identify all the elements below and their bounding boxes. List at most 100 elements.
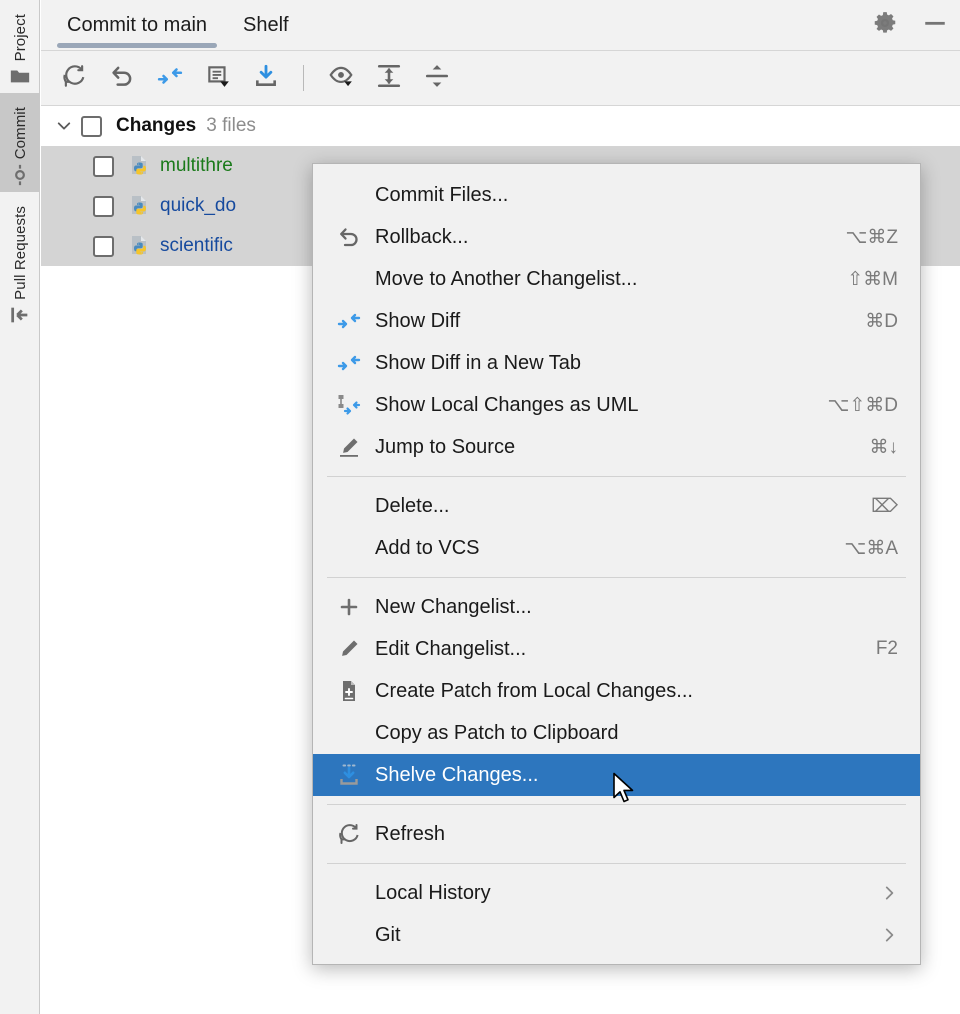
tab-commit-to-main[interactable]: Commit to main (49, 0, 225, 51)
sidebar-item-pull-requests[interactable]: Pull Requests (0, 192, 40, 332)
rollback-icon (109, 63, 135, 94)
collapse-all-icon (424, 63, 450, 94)
sidebar-item-commit[interactable]: Commit (0, 93, 40, 191)
sidebar-item-project-label: Project (12, 8, 29, 65)
python-file-icon (128, 154, 152, 178)
no-icon-spacer (335, 922, 363, 948)
menu-item-refresh[interactable]: Refresh (313, 813, 920, 855)
message-history-icon (205, 63, 231, 94)
patch-file-icon (335, 678, 363, 704)
file-checkbox[interactable] (93, 156, 114, 177)
changelist-label: Changes (116, 115, 196, 137)
show-diff-button[interactable] (153, 61, 187, 95)
file-name: quick_do (160, 195, 236, 217)
menu-item-shelve-changes[interactable]: Shelve Changes... (313, 754, 920, 796)
shelve-button[interactable] (249, 61, 283, 95)
menu-item-show-diff-in-new-tab[interactable]: Show Diff in a New Tab (313, 342, 920, 384)
sidebar-item-project[interactable]: Project (0, 0, 40, 93)
collapse-all-button[interactable] (420, 61, 454, 95)
expand-all-icon (376, 63, 402, 94)
menu-item-show-diff[interactable]: Show Diff ⌘D (313, 300, 920, 342)
rollback-icon (335, 224, 363, 250)
tab-bar: Commit to main Shelf (41, 0, 960, 51)
pencil-icon (335, 636, 363, 662)
pull-request-icon (9, 304, 31, 332)
changelist-checkbox[interactable] (81, 116, 102, 137)
menu-item-create-patch[interactable]: Create Patch from Local Changes... (313, 670, 920, 712)
menu-item-delete[interactable]: Delete... ⌦ (313, 485, 920, 527)
no-icon-spacer (335, 493, 363, 519)
active-tab-underline (57, 43, 217, 48)
commit-toolbar (41, 51, 960, 106)
menu-accel: ⌦ (871, 495, 898, 518)
refresh-icon (335, 821, 363, 847)
chevron-down-icon[interactable] (53, 115, 75, 137)
commit-tool-window: Project Commit Pull Requests (0, 0, 960, 1014)
changelist-file-count: 3 files (206, 115, 256, 137)
minimize-button[interactable] (920, 11, 950, 41)
menu-accel: ⌘↓ (870, 436, 899, 459)
menu-item-commit-files[interactable]: Commit Files... (313, 174, 920, 216)
menu-item-show-local-changes-as-uml[interactable]: Show Local Changes as UML ⌥⇧⌘D (313, 384, 920, 426)
show-diff-icon (335, 350, 363, 376)
expand-all-button[interactable] (372, 61, 406, 95)
python-file-icon (128, 194, 152, 218)
menu-item-rollback[interactable]: Rollback... ⌥⌘Z (313, 216, 920, 258)
menu-accel: ⇧⌘M (847, 268, 898, 291)
menu-accel: ⌥⌘Z (845, 226, 898, 249)
commit-message-button[interactable] (201, 61, 235, 95)
show-diff-icon (335, 308, 363, 334)
refresh-button[interactable] (57, 61, 91, 95)
commit-node-icon (9, 164, 31, 192)
menu-accel: ⌥⌘A (844, 537, 898, 560)
menu-item-move-to-another-changelist[interactable]: Move to Another Changelist... ⇧⌘M (313, 258, 920, 300)
pencil-icon (335, 434, 363, 460)
file-checkbox[interactable] (93, 236, 114, 257)
file-checkbox[interactable] (93, 196, 114, 217)
left-tool-strip: Project Commit Pull Requests (0, 0, 40, 1014)
menu-item-add-to-vcs[interactable]: Add to VCS ⌥⌘A (313, 527, 920, 569)
menu-accel: ⌘D (865, 310, 898, 333)
eye-dropdown-icon (328, 63, 354, 94)
menu-item-copy-as-patch[interactable]: Copy as Patch to Clipboard (313, 712, 920, 754)
no-icon-spacer (335, 182, 363, 208)
minimize-icon (922, 10, 948, 41)
context-menu: Commit Files... Rollback... ⌥⌘Z Move to … (312, 163, 921, 965)
menu-item-new-changelist[interactable]: New Changelist... (313, 586, 920, 628)
uml-diff-icon (335, 392, 363, 418)
changelist-group-row[interactable]: Changes 3 files (41, 106, 960, 146)
sidebar-item-pull-requests-label: Pull Requests (12, 200, 29, 304)
menu-accel: ⌥⇧⌘D (827, 394, 898, 417)
menu-separator (327, 577, 906, 578)
python-file-icon (128, 234, 152, 258)
menu-accel: F2 (876, 638, 898, 660)
chevron-right-icon (880, 926, 898, 944)
rollback-button[interactable] (105, 61, 139, 95)
no-icon-spacer (335, 720, 363, 746)
file-name: scientific (160, 235, 233, 257)
chevron-right-icon (880, 884, 898, 902)
menu-item-local-history[interactable]: Local History (313, 872, 920, 914)
menu-separator (327, 863, 906, 864)
gear-icon (872, 10, 898, 41)
menu-separator (327, 476, 906, 477)
sidebar-item-commit-label: Commit (12, 101, 29, 163)
shelve-icon (253, 63, 279, 94)
no-icon-spacer (335, 880, 363, 906)
preview-diff-button[interactable] (324, 61, 358, 95)
menu-separator (327, 804, 906, 805)
toolbar-divider (303, 65, 304, 91)
tab-shelf[interactable]: Shelf (225, 0, 307, 51)
file-name: multithre (160, 155, 233, 177)
plus-icon (335, 594, 363, 620)
show-diff-icon (157, 63, 183, 94)
folder-icon (9, 65, 31, 93)
shelve-icon (335, 762, 363, 788)
window-controls (870, 0, 950, 51)
menu-item-jump-to-source[interactable]: Jump to Source ⌘↓ (313, 426, 920, 468)
tab-shelf-label: Shelf (243, 14, 289, 37)
no-icon-spacer (335, 266, 363, 292)
settings-gear-button[interactable] (870, 11, 900, 41)
menu-item-git[interactable]: Git (313, 914, 920, 956)
menu-item-edit-changelist[interactable]: Edit Changelist... F2 (313, 628, 920, 670)
